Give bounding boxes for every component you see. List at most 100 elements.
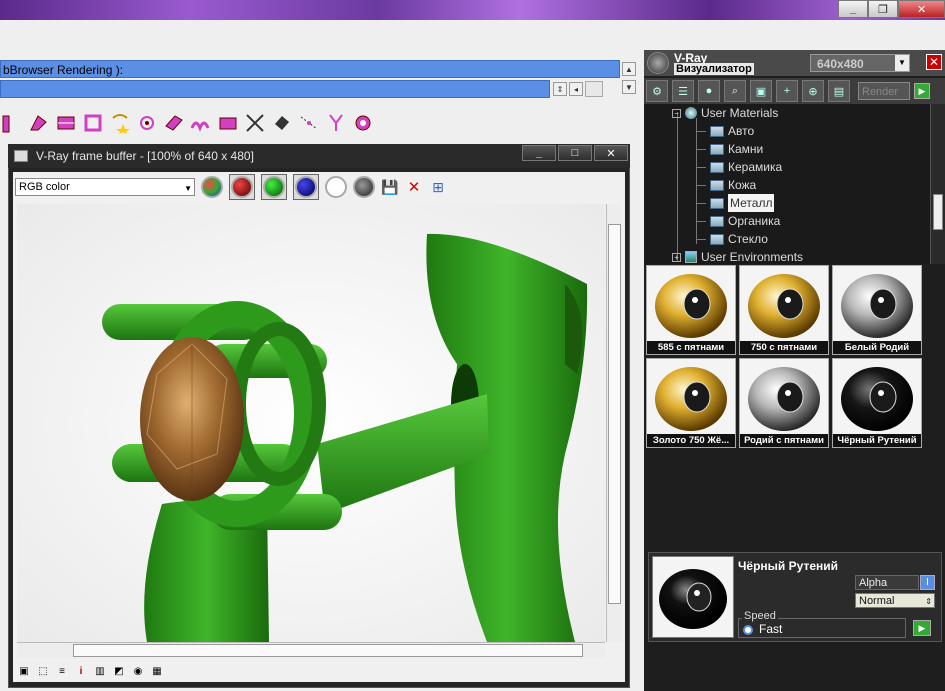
material-thumbnail[interactable]: 750 с пятнами [739, 265, 829, 355]
visualizer-close-icon[interactable]: ✕ [926, 54, 942, 70]
list-view-icon[interactable]: ☰ [672, 80, 694, 102]
tree-folder-label: Стекло [728, 232, 768, 246]
rotate-star-icon[interactable] [108, 111, 132, 135]
add-library-icon[interactable]: ⊕ [802, 80, 824, 102]
blue-channel-button[interactable] [293, 174, 319, 200]
material-preview-image [652, 556, 734, 638]
scroll-up-icon[interactable]: ▲ [622, 62, 636, 76]
material-thumbnail[interactable]: Родий с пятнами [739, 358, 829, 448]
image-icon[interactable]: ▣ [750, 80, 772, 102]
tree-folder-item[interactable]: Кожа [696, 176, 756, 194]
status-bar-secondary [0, 80, 550, 98]
material-thumbnail[interactable]: Золото 750 Жё... [646, 358, 736, 448]
clear-icon[interactable]: ✕ [405, 178, 423, 196]
spline-tool-icon[interactable] [324, 111, 348, 135]
cross-tool-icon[interactable] [243, 111, 267, 135]
color-mode-value: RGB color [19, 181, 70, 193]
scroll-down-icon[interactable]: ▼ [622, 80, 636, 94]
blend-mode-select[interactable]: Normal ⇕ [855, 593, 935, 608]
shell-tool-icon[interactable] [81, 111, 105, 135]
material-thumbnail[interactable]: Чёрный Рутений [832, 358, 922, 448]
spinner-icon[interactable]: ⇕ [553, 82, 567, 96]
region-icon[interactable]: ⬚ [36, 664, 50, 678]
visualizer-title-line2: Визуализатор [674, 63, 754, 75]
restore-button[interactable]: ❐ [868, 0, 899, 18]
tree-folder-item[interactable]: Органика [696, 212, 780, 230]
tree-folder-item[interactable]: Керамика [696, 158, 782, 176]
visualizer-toolbar: ⚙ ☰ ● ⌕ ▣ + ⊕ ▤ Render ▶ [644, 78, 945, 104]
twist-tool-icon[interactable] [27, 111, 51, 135]
sphere-preview-icon[interactable]: ● [698, 80, 720, 102]
minimize-button[interactable]: _ [838, 0, 869, 18]
stamp-icon[interactable]: ▦ [150, 664, 164, 678]
pivot-tool-icon[interactable] [135, 111, 159, 135]
folder-icon [710, 125, 724, 137]
spinner-left-icon[interactable]: ◂ [569, 82, 583, 96]
folder-icon [710, 215, 724, 227]
folder-icon [710, 197, 724, 209]
speed-value: Fast [759, 622, 783, 636]
vertex-tool-icon[interactable] [297, 111, 321, 135]
person-icon [685, 107, 697, 119]
material-thumbnail[interactable]: Белый Родий [832, 265, 922, 355]
diamond-tool-icon[interactable] [162, 111, 186, 135]
material-thumbnails: 585 с пятнами 750 с пятнами Белый Родий Зол… [646, 265, 936, 451]
render-vertical-scrollbar[interactable] [606, 204, 622, 642]
gear-icon[interactable] [351, 111, 375, 135]
fb-maximize-button[interactable]: □ [558, 145, 592, 161]
render-horizontal-scrollbar[interactable] [17, 642, 605, 658]
mono-channel-icon[interactable] [353, 176, 375, 198]
alpha-toggle-icon[interactable]: I [920, 575, 935, 590]
tree-folder-item[interactable]: Стекло [696, 230, 768, 248]
color-correction-icon[interactable]: ◩ [112, 664, 126, 678]
tree-scrollbar[interactable] [930, 104, 945, 264]
bend-tool-icon[interactable] [0, 111, 24, 135]
search-icon[interactable]: ⌕ [724, 80, 746, 102]
material-thumbnail-label: Белый Родий [833, 341, 921, 354]
tree-item-user-materials[interactable]: − User Materials [672, 104, 778, 122]
render-play-icon[interactable]: ▶ [914, 83, 930, 99]
close-button[interactable]: ✕ [898, 0, 945, 18]
eraser-tool-icon[interactable] [270, 111, 294, 135]
tree-folder-item[interactable]: Камни [696, 140, 763, 158]
render-field[interactable]: Render [858, 82, 910, 100]
folder-icon [710, 143, 724, 155]
fb-close-button[interactable]: ✕ [594, 145, 628, 161]
history-icon[interactable]: ▣ [17, 664, 31, 678]
lens-effects-icon[interactable]: ◉ [131, 664, 145, 678]
settings-icon[interactable]: ⚙ [646, 80, 668, 102]
material-thumbnail-label: Золото 750 Жё... [647, 434, 735, 447]
chevron-down-icon: ▼ [184, 184, 192, 193]
box-tool-icon[interactable] [216, 111, 240, 135]
tree-folder-item[interactable]: Металл [696, 194, 775, 212]
histogram-icon[interactable]: ▥ [93, 664, 107, 678]
wave-tool-icon[interactable] [189, 111, 213, 135]
tree-folder-label: Металл [728, 194, 775, 212]
speed-radio[interactable] [743, 625, 753, 635]
red-channel-button[interactable] [229, 174, 255, 200]
render-image [17, 204, 605, 642]
resolution-select[interactable]: 640x480 ▼ [810, 54, 910, 72]
taper-tool-icon[interactable] [54, 111, 78, 135]
apply-play-icon[interactable]: ▶ [913, 620, 931, 636]
folder-icon [710, 233, 724, 245]
layers-icon[interactable]: ≡ [55, 664, 69, 678]
color-mode-select[interactable]: RGB color ▼ [15, 178, 195, 196]
material-name: Чёрный Рутений [738, 559, 839, 573]
tree-item-label: User Materials [701, 106, 779, 120]
tree-item-user-environments[interactable]: + User Environments [672, 248, 803, 266]
save-icon[interactable]: 💾 [381, 178, 399, 196]
alpha-channel-icon[interactable] [325, 176, 347, 198]
add-material-icon[interactable]: + [776, 80, 798, 102]
layout-icon[interactable]: ▤ [828, 80, 850, 102]
tree-folder-item[interactable]: Авто [696, 122, 754, 140]
material-thumbnail[interactable]: 585 с пятнами [646, 265, 736, 355]
rgb-channel-icon[interactable] [201, 176, 223, 198]
desktop-background-strip [0, 0, 945, 20]
info-icon[interactable]: i [74, 664, 88, 678]
duplicate-icon[interactable]: ⊞ [429, 178, 447, 196]
alpha-field[interactable]: Alpha [855, 575, 919, 590]
green-channel-button[interactable] [261, 174, 287, 200]
spinner-field[interactable] [585, 81, 603, 97]
fb-minimize-button[interactable]: _ [522, 145, 556, 161]
